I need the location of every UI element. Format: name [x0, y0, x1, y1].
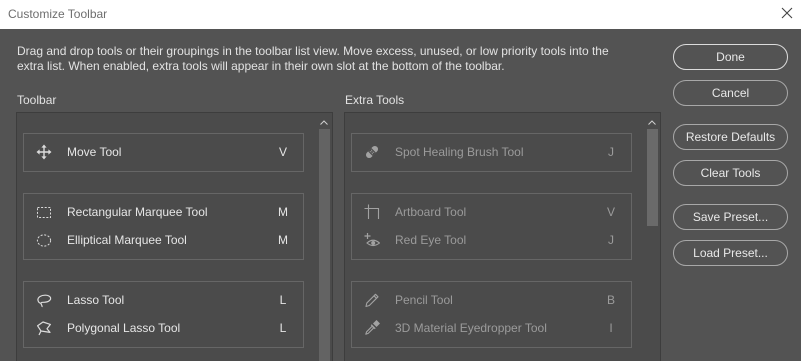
- title-bar: Customize Toolbar: [0, 0, 801, 29]
- instructions-line-2: extra list. When enabled, extra tools wi…: [17, 59, 505, 73]
- load-preset-button[interactable]: Load Preset...: [673, 240, 788, 266]
- tool-row-move-tool[interactable]: Move Tool V: [24, 138, 303, 166]
- tool-group[interactable]: Lasso Tool L Polygonal Lasso Tool L: [23, 281, 304, 348]
- tool-shortcut: I: [609, 321, 613, 335]
- elliptical-marquee-icon: [36, 232, 52, 248]
- tool-shortcut: J: [608, 145, 614, 159]
- tool-row-rectangular-marquee-tool[interactable]: Rectangular Marquee Tool M: [24, 198, 303, 226]
- toolbar-list-scrollbar[interactable]: [317, 113, 331, 361]
- tool-name: Red Eye Tool: [395, 233, 467, 247]
- tool-name: Polygonal Lasso Tool: [67, 321, 181, 335]
- extra-tools-list-label: Extra Tools: [345, 93, 405, 107]
- 3d-material-eyedropper-icon: [364, 320, 380, 336]
- tool-group[interactable]: Rectangular Marquee Tool M Elliptical Ma…: [23, 193, 304, 260]
- instructions-text: Drag and drop tools or their groupings i…: [17, 44, 609, 74]
- tool-name: Spot Healing Brush Tool: [395, 145, 524, 159]
- tool-shortcut: B: [606, 293, 615, 307]
- tool-name: Rectangular Marquee Tool: [67, 205, 208, 219]
- save-preset-button[interactable]: Save Preset...: [673, 204, 788, 230]
- tool-shortcut: V: [606, 205, 615, 219]
- tool-shortcut: J: [608, 233, 614, 247]
- tool-name: Elliptical Marquee Tool: [67, 233, 187, 247]
- tool-group[interactable]: Move Tool V: [23, 133, 304, 172]
- close-icon: [781, 7, 793, 22]
- toolbar-list[interactable]: Move Tool V Rectangular Marquee Tool M E…: [16, 112, 333, 361]
- rectangular-marquee-icon: [36, 204, 52, 220]
- tool-shortcut: V: [278, 145, 287, 159]
- tool-group[interactable]: Spot Healing Brush Tool J: [351, 133, 632, 172]
- move-icon: [36, 144, 52, 160]
- tool-row-red-eye-tool[interactable]: Red Eye Tool J: [352, 226, 631, 254]
- red-eye-icon: [364, 232, 380, 248]
- tool-row-3d-material-eyedropper-tool[interactable]: 3D Material Eyedropper Tool I: [352, 314, 631, 342]
- tool-row-pencil-tool[interactable]: Pencil Tool B: [352, 286, 631, 314]
- tool-row-elliptical-marquee-tool[interactable]: Elliptical Marquee Tool M: [24, 226, 303, 254]
- scrollbar-thumb[interactable]: [647, 129, 658, 226]
- tool-group[interactable]: Artboard Tool V Red Eye Tool J: [351, 193, 632, 260]
- spot-healing-brush-icon: [364, 144, 380, 160]
- tool-name: Lasso Tool: [67, 293, 125, 307]
- tool-row-artboard-tool[interactable]: Artboard Tool V: [352, 198, 631, 226]
- tool-name: Artboard Tool: [395, 205, 467, 219]
- chevron-up-icon[interactable]: [319, 118, 329, 126]
- toolbar-list-label: Toolbar: [17, 93, 57, 107]
- close-button[interactable]: [779, 6, 795, 22]
- chevron-up-icon[interactable]: [647, 118, 657, 126]
- tool-row-spot-healing-brush-tool[interactable]: Spot Healing Brush Tool J: [352, 138, 631, 166]
- polygonal-lasso-icon: [36, 320, 52, 336]
- tool-group[interactable]: Pencil Tool B 3D Material Eyedropper Too…: [351, 281, 632, 348]
- tool-name: 3D Material Eyedropper Tool: [395, 321, 547, 335]
- done-button[interactable]: Done: [673, 44, 788, 70]
- restore-defaults-button[interactable]: Restore Defaults: [673, 124, 788, 150]
- extra-tools-list[interactable]: Spot Healing Brush Tool J Artboard Tool …: [344, 112, 661, 361]
- tool-shortcut: L: [279, 293, 287, 307]
- lasso-icon: [36, 292, 52, 308]
- clear-tools-button[interactable]: Clear Tools: [673, 160, 788, 186]
- tool-name: Pencil Tool: [395, 293, 453, 307]
- tool-shortcut: M: [278, 205, 288, 219]
- tool-shortcut: L: [279, 321, 287, 335]
- tool-row-polygonal-lasso-tool[interactable]: Polygonal Lasso Tool L: [24, 314, 303, 342]
- tool-name: Move Tool: [67, 145, 122, 159]
- artboard-icon: [364, 204, 380, 220]
- tool-shortcut: M: [278, 233, 288, 247]
- tool-row-lasso-tool[interactable]: Lasso Tool L: [24, 286, 303, 314]
- cancel-button[interactable]: Cancel: [673, 80, 788, 106]
- window-title: Customize Toolbar: [8, 7, 108, 21]
- pencil-icon: [364, 292, 380, 308]
- extra-tools-list-scrollbar[interactable]: [645, 113, 659, 361]
- scrollbar-thumb[interactable]: [319, 129, 330, 361]
- instructions-line-1: Drag and drop tools or their groupings i…: [17, 44, 609, 58]
